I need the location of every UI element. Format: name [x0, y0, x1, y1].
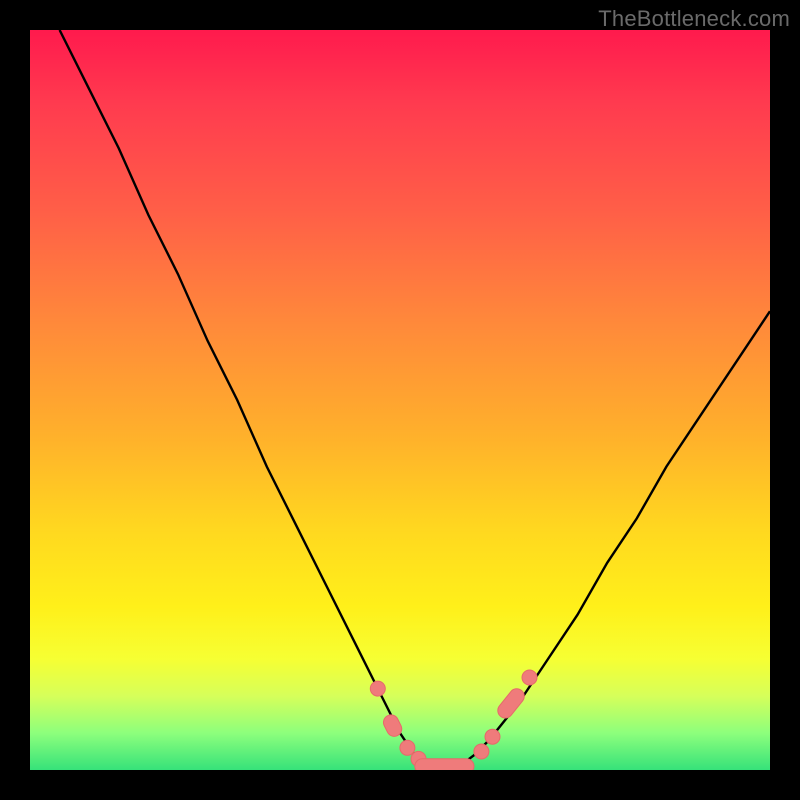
chart-overlay [30, 30, 770, 770]
plot-area [30, 30, 770, 770]
curve-marker-dot [485, 729, 500, 744]
curve-marker-pill [415, 759, 474, 770]
chart-frame: TheBottleneck.com [0, 0, 800, 800]
bottleneck-curve [60, 30, 770, 766]
watermark-text: TheBottleneck.com [598, 6, 790, 32]
curve-marker-pill [495, 686, 528, 721]
curve-marker-dot [400, 740, 415, 755]
curve-marker-dot [474, 744, 489, 759]
curve-marker-dot [370, 681, 385, 696]
curve-markers [370, 670, 537, 770]
curve-marker-dot [522, 670, 537, 685]
